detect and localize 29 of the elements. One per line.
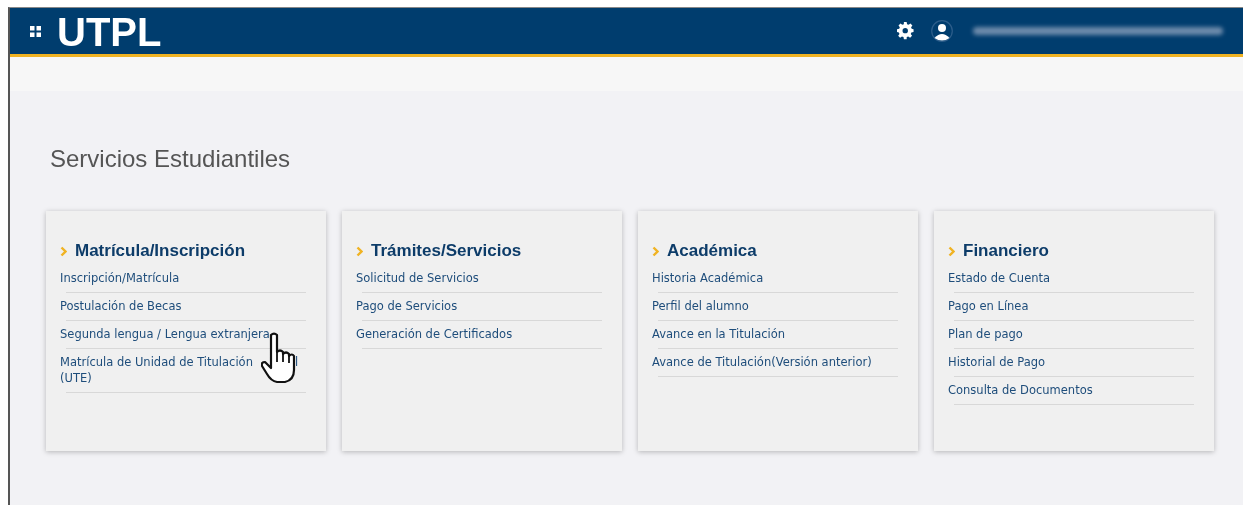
card-title: Trámites/Servicios xyxy=(371,241,522,261)
service-link[interactable]: Inscripción/Matrícula xyxy=(60,270,306,286)
chevron-icon xyxy=(948,245,955,257)
service-link[interactable]: Historia Académica xyxy=(652,270,898,286)
page-title: Servicios Estudiantiles xyxy=(50,145,292,173)
service-link[interactable]: Pago de Servicios xyxy=(356,298,602,314)
service-link[interactable]: Estado de Cuenta xyxy=(948,270,1194,286)
service-link[interactable]: Pago en Línea xyxy=(948,298,1194,314)
card-title: Matrícula/Inscripción xyxy=(75,241,246,261)
card-title: Académica xyxy=(667,241,757,261)
service-link[interactable]: Historial de Pago xyxy=(948,354,1194,370)
service-link[interactable]: Generación de Certificados xyxy=(356,326,602,342)
card-title: Financiero xyxy=(963,241,1049,261)
chevron-icon xyxy=(60,245,67,257)
service-link[interactable]: Consulta de Documentos xyxy=(948,382,1194,398)
user-avatar-icon[interactable] xyxy=(931,20,953,42)
settings-icon[interactable] xyxy=(897,22,915,40)
service-link[interactable]: Matrícula de Unidad de Titulación l (UTE) xyxy=(60,354,306,386)
service-link[interactable]: Solicitud de Servicios xyxy=(356,270,602,286)
service-link[interactable]: Avance de Titulación(Versión anterior) xyxy=(652,354,898,370)
chevron-icon xyxy=(356,245,363,257)
service-link[interactable]: Postulación de Becas xyxy=(60,298,306,314)
service-link[interactable]: Avance en la Titulación xyxy=(652,326,898,342)
service-link[interactable]: Plan de pago xyxy=(948,326,1194,342)
service-link[interactable]: Perfil del alumno xyxy=(652,298,898,314)
chevron-icon xyxy=(652,245,659,257)
logo[interactable]: UTPL xyxy=(57,12,162,52)
service-link[interactable]: Segunda lengua / Lengua extranjera xyxy=(60,326,306,342)
apps-grid-icon[interactable] xyxy=(30,25,41,37)
